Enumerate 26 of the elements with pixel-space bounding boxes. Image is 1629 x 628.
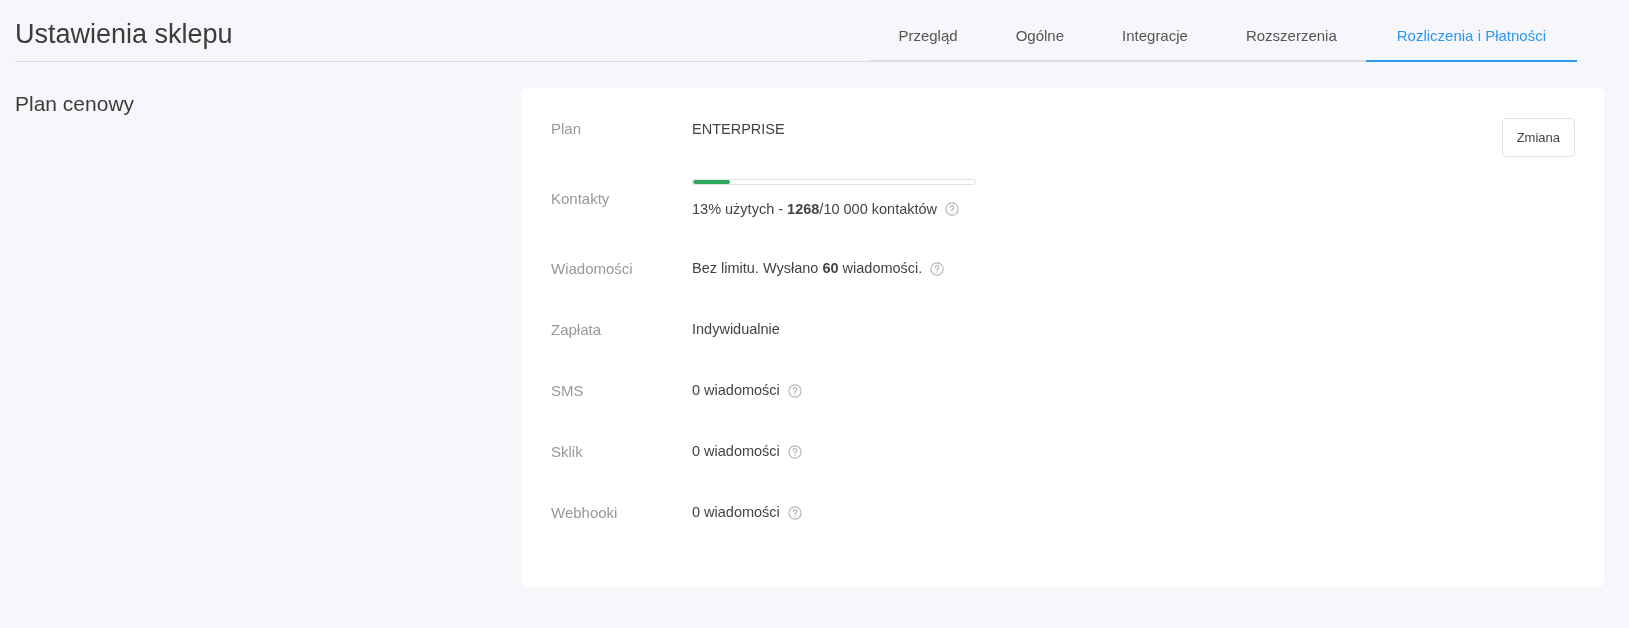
field-value: 0 wiadomości <box>692 503 780 523</box>
help-icon[interactable] <box>787 445 802 460</box>
tab[interactable]: Rozszerzenia <box>1216 17 1366 62</box>
help-icon[interactable] <box>787 506 802 521</box>
field-value: 0 wiadomości <box>692 442 780 462</box>
field-value: ENTERPRISE <box>692 119 785 139</box>
field-value: Bez limitu. Wysłano 60 wiadomości. <box>692 259 923 279</box>
field-value: 0 wiadomości <box>692 381 780 401</box>
help-icon[interactable] <box>945 202 960 217</box>
field-label: Plan <box>551 119 583 140</box>
field-label: Kontakty <box>551 189 611 210</box>
tab[interactable]: Ogólne <box>986 17 1093 62</box>
tab[interactable]: Przegląd <box>869 17 987 62</box>
page-title: Ustawienia sklepu <box>15 18 234 51</box>
field-label: Sklik <box>551 442 584 462</box>
field-label: Wiadomości <box>551 259 634 279</box>
section-title: Plan cenowy <box>15 90 136 117</box>
field-label: Zapłata <box>551 320 603 340</box>
field-value: 13% użytych - 1268/10 000 kontaktów <box>692 199 938 219</box>
field-label: Webhooki <box>551 503 619 523</box>
field-label: SMS <box>551 381 585 401</box>
change-button[interactable]: Zmiana <box>1501 117 1575 157</box>
help-icon[interactable] <box>787 384 802 399</box>
field-value: Indywidualnie <box>692 320 780 340</box>
help-icon[interactable] <box>930 262 945 277</box>
tab[interactable]: Integracje <box>1093 17 1217 62</box>
